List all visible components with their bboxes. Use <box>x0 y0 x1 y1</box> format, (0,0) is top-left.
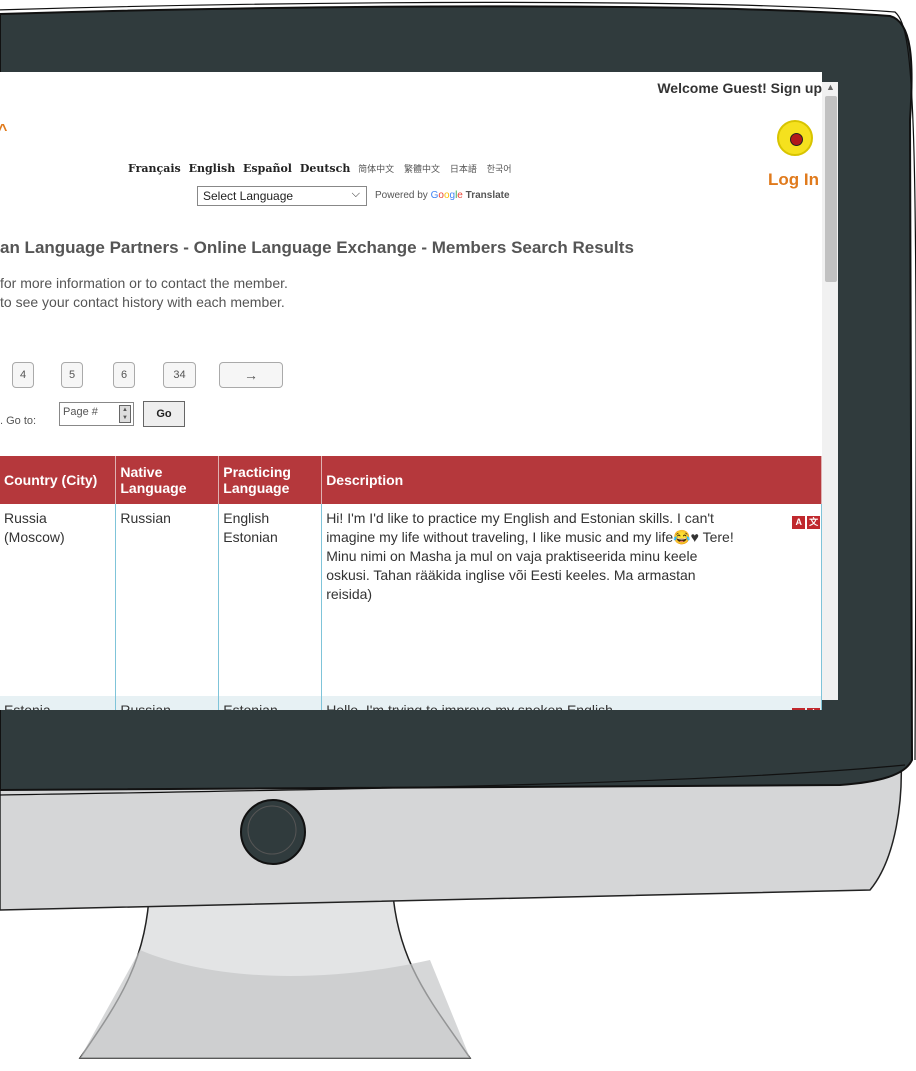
header-native: Native Language <box>115 456 220 504</box>
goto-label: . Go to: <box>0 415 37 427</box>
google-translate-credit: Powered by Google Translate <box>375 190 510 201</box>
cell-country: Estonia <box>0 696 117 710</box>
header-country: Country (City) <box>0 456 117 504</box>
page-number-placeholder: Page # <box>63 406 98 418</box>
translate-text: Translate <box>465 190 510 201</box>
lang-link-en[interactable]: English <box>189 162 236 175</box>
intro-line-2: to see your contact history with each me… <box>0 294 285 310</box>
cell-practicing: Estonian <box>218 696 323 710</box>
table-row[interactable]: Russia (Moscow) Russian English Estonian… <box>0 504 822 696</box>
translate-icon[interactable]: A文 <box>792 703 822 710</box>
cell-practicing: English Estonian <box>218 504 323 696</box>
description-text: Hello, I'm trying to improve my spoken E… <box>326 702 613 710</box>
page-number-input[interactable]: Page # ▲ ▼ <box>59 402 134 426</box>
login-link[interactable]: Log In <box>768 170 819 190</box>
table-row[interactable]: Estonia Russian Estonian Hello, I'm tryi… <box>0 696 822 710</box>
page-button-34[interactable]: 34 <box>163 362 196 388</box>
cell-native: Russian <box>115 696 220 710</box>
screen: Welcome Guest! Sign up ^ Log In Français… <box>0 72 822 710</box>
page-title: an Language Partners - Online Language E… <box>0 238 634 257</box>
page-button-6[interactable]: 6 <box>113 362 135 388</box>
description-text: Hi! I'm I'd like to practice my English … <box>326 510 734 602</box>
practicing-2: Estonian <box>223 529 278 545</box>
language-select[interactable]: Select Language ⌵ <box>197 186 367 206</box>
lang-link-ko[interactable]: 한국어 <box>487 165 512 175</box>
powered-by-text: Powered by <box>375 190 428 201</box>
practicing-1: English <box>223 510 270 526</box>
cell-description: Hello, I'm trying to improve my spoken E… <box>321 696 822 710</box>
login-icon[interactable] <box>777 120 813 156</box>
lang-link-de[interactable]: Deutsch <box>300 162 351 175</box>
scrollbar-thumb[interactable] <box>825 96 837 282</box>
chevron-down-icon: ⌵ <box>351 188 360 200</box>
cell-country: Russia (Moscow) <box>0 504 117 696</box>
lang-link-zh-tw[interactable]: 繁體中文 <box>404 165 440 175</box>
intro-text: for more information or to contact the m… <box>0 274 288 312</box>
cell-description: Hi! I'm I'd like to practice my English … <box>321 504 822 696</box>
welcome-text[interactable]: Welcome Guest! Sign up <box>657 80 822 96</box>
scroll-up-icon[interactable]: ▲ <box>826 82 835 92</box>
header-practicing: Practicing Language <box>218 456 323 504</box>
logo-icon: ^ <box>0 122 8 139</box>
lang-link-fr[interactable]: Français <box>128 162 181 175</box>
spinner-icon[interactable]: ▲ ▼ <box>119 405 131 423</box>
intro-line-1: for more information or to contact the m… <box>0 275 288 291</box>
table-header-row: Country (City) Native Language Practicin… <box>0 456 822 504</box>
cell-native: Russian <box>115 504 220 696</box>
go-button[interactable]: Go <box>143 401 185 427</box>
header-description: Description <box>321 456 822 504</box>
lang-link-ja[interactable]: 日本語 <box>450 165 477 175</box>
google-logo: Google <box>430 190 463 201</box>
lang-link-es[interactable]: Español <box>243 162 292 175</box>
country-text: Russia <box>4 510 47 526</box>
members-table: Country (City) Native Language Practicin… <box>0 456 822 710</box>
next-page-button[interactable]: → <box>219 362 283 388</box>
translate-icon[interactable]: A文 <box>792 511 822 529</box>
page-button-5[interactable]: 5 <box>61 362 83 388</box>
city-text: (Moscow) <box>4 529 65 545</box>
lang-link-zh-cn[interactable]: 简体中文 <box>358 165 394 175</box>
page-button-4[interactable]: 4 <box>12 362 34 388</box>
language-links: Français English Español Deutsch 简体中文 繁體… <box>128 162 518 175</box>
language-select-value: Select Language <box>203 189 294 203</box>
